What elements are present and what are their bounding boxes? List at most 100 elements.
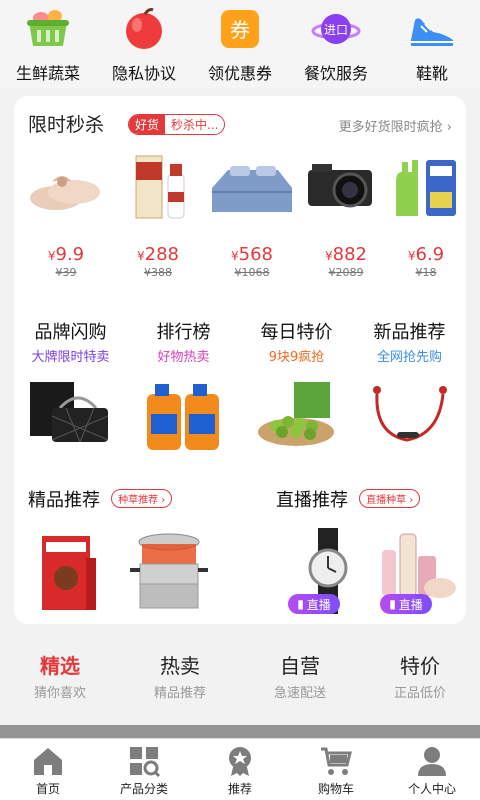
bar-chart-icon: ▮	[297, 597, 304, 611]
live-badge-label: 直播	[398, 597, 423, 612]
category-new-products[interactable]: 新品推荐 全网抢先购	[353, 316, 466, 456]
nav-label: 产品分类	[119, 782, 168, 796]
category-icon	[127, 745, 161, 777]
flash-sale-tag: 好货 秒杀中...	[128, 114, 226, 135]
liquor-image	[114, 152, 200, 224]
product-card[interactable]: ¥568 ¥1068	[204, 152, 300, 282]
top-icon-label: 餐饮服务	[303, 64, 368, 83]
basket-icon	[23, 6, 73, 52]
product-old-price: ¥1068	[234, 266, 270, 279]
tab-subtitle: 猜你喜欢	[33, 686, 86, 701]
bed-image	[208, 152, 294, 224]
gloves-image	[382, 152, 468, 224]
recommend-header[interactable]: 精品推荐 种草推荐 ›	[28, 486, 173, 511]
product-price: ¥288	[137, 244, 179, 265]
tab-title: 自营	[280, 654, 320, 678]
live-header[interactable]: 直播推荐 直播种草 ›	[276, 486, 421, 511]
coffee-box-image[interactable]	[28, 528, 118, 614]
nav-profile[interactable]: 个人中心	[384, 739, 480, 800]
top-category-row: 生鲜蔬菜 隐私协议 券 领优惠券 进口 餐饮服务 鞋靴	[0, 0, 480, 88]
category-title: 排行榜	[156, 322, 211, 343]
category-subtitle: 全网抢先购	[376, 350, 442, 365]
flash-sale-tag-b: 秒杀中...	[171, 118, 219, 132]
badge-star-icon	[223, 745, 257, 777]
flash-sale-title: 限时秒杀	[28, 114, 105, 136]
live-badge-label: 直播	[306, 597, 331, 612]
bottom-nav: 首页 产品分类 推荐 购物车 个人中心	[0, 738, 480, 800]
category-daily-deal[interactable]: 每日特价 9块9疯抢	[240, 316, 353, 456]
feed-preview-strip	[0, 725, 480, 739]
apple-icon	[119, 6, 169, 52]
category-title: 品牌闪购	[34, 322, 107, 343]
product-old-price: ¥18	[415, 266, 437, 279]
top-icon-fresh-vegetables[interactable]: 生鲜蔬菜	[0, 0, 96, 88]
category-brand-flash[interactable]: 品牌闪购 大牌限时特卖	[14, 316, 127, 456]
flash-sale-products: ¥9.9 ¥39 ¥288 ¥388 ¥568 ¥1068 ¥882 ¥2089…	[14, 152, 466, 282]
product-card[interactable]: ¥6.9 ¥18	[378, 152, 474, 282]
tab-subtitle: 精品推荐	[153, 686, 206, 701]
recommend-pill: 种草推荐 ›	[111, 489, 173, 508]
top-icon-dining[interactable]: 进口 餐饮服务	[288, 0, 384, 88]
nav-home[interactable]: 首页	[0, 739, 96, 800]
nav-label: 推荐	[227, 782, 252, 796]
coupon-glyph: 券	[230, 18, 250, 42]
feed-tabs: 精选 猜你喜欢 热卖 精品推荐 自营 急速配送 特价 正品低价	[0, 650, 480, 710]
earphones-image	[367, 378, 453, 452]
nav-label: 首页	[35, 782, 60, 796]
bar-chart-icon: ▮	[389, 597, 396, 611]
tab-hot-sale[interactable]: 热卖 精品推荐	[120, 650, 240, 710]
category-title: 新品推荐	[373, 322, 446, 343]
product-card[interactable]: ¥288 ¥388	[110, 152, 206, 282]
flash-sale-more-link[interactable]: 更多好货限时疯抢 ›	[339, 116, 452, 135]
flash-sale-header: 限时秒杀 好货 秒杀中... 更多好货限时疯抢 ›	[28, 110, 452, 138]
cart-icon	[319, 745, 353, 777]
product-price: ¥9.9	[47, 244, 85, 265]
flash-sale-tag-a: 好货	[129, 115, 166, 134]
top-icon-label: 隐私协议	[111, 64, 176, 83]
product-old-price: ¥39	[55, 266, 77, 279]
top-icon-shoes[interactable]: 鞋靴	[384, 0, 480, 88]
tab-subtitle: 急速配送	[273, 686, 326, 701]
top-icon-label: 领优惠券	[207, 64, 272, 83]
category-title: 每日特价	[260, 322, 333, 343]
tab-title: 热卖	[160, 654, 200, 678]
recommend-title: 精品推荐	[28, 490, 100, 511]
product-card[interactable]: ¥9.9 ¥39	[18, 152, 114, 282]
top-icon-privacy[interactable]: 隐私协议	[96, 0, 192, 88]
coupon-icon: 券	[215, 6, 265, 52]
live-title: 直播推荐	[276, 490, 348, 511]
category-ranking[interactable]: 排行榜 好物热卖	[127, 316, 240, 456]
main-card: 限时秒杀 好货 秒杀中... 更多好货限时疯抢 › ¥9.9 ¥39 ¥288 …	[14, 96, 466, 624]
tab-self-operated[interactable]: 自营 急速配送	[240, 650, 360, 710]
top-icon-label: 生鲜蔬菜	[15, 64, 80, 83]
live-badge[interactable]: ▮ 直播	[380, 594, 432, 614]
nav-cart[interactable]: 购物车	[288, 739, 384, 800]
nav-label: 购物车	[317, 782, 354, 796]
product-old-price: ¥388	[144, 266, 172, 279]
person-icon	[415, 745, 449, 777]
tab-subtitle: 正品低价	[393, 686, 446, 701]
tab-special-price[interactable]: 特价 正品低价	[360, 650, 480, 710]
shoe-icon	[407, 6, 457, 52]
tab-featured[interactable]: 精选 猜你喜欢	[0, 650, 120, 710]
top-icon-coupon[interactable]: 券 领优惠券	[192, 0, 288, 88]
nav-category[interactable]: 产品分类	[96, 739, 192, 800]
detergent-image	[141, 378, 227, 452]
tab-title: 特价	[400, 654, 440, 678]
product-price: ¥568	[231, 244, 273, 265]
nav-recommend[interactable]: 推荐	[192, 739, 288, 800]
steamer-pot-image[interactable]	[124, 528, 214, 614]
planet-icon: 进口	[311, 6, 361, 52]
top-icon-label: 鞋靴	[415, 64, 448, 83]
handbag-image	[28, 378, 114, 452]
home-icon	[31, 745, 65, 777]
category-subtitle: 9块9疯抢	[268, 350, 325, 365]
camera-image	[302, 152, 388, 224]
nav-label: 个人中心	[407, 782, 456, 796]
category-blocks: 品牌闪购 大牌限时特卖 排行榜 好物热卖 每日特价 9块9疯抢 新品推荐 全网抢…	[14, 316, 466, 456]
product-price: ¥6.9	[407, 244, 445, 265]
category-subtitle: 好物热卖	[157, 350, 210, 365]
planet-text: 进口	[324, 23, 348, 37]
live-pill: 直播种草 ›	[359, 489, 421, 508]
live-badge[interactable]: ▮ 直播	[288, 594, 340, 614]
